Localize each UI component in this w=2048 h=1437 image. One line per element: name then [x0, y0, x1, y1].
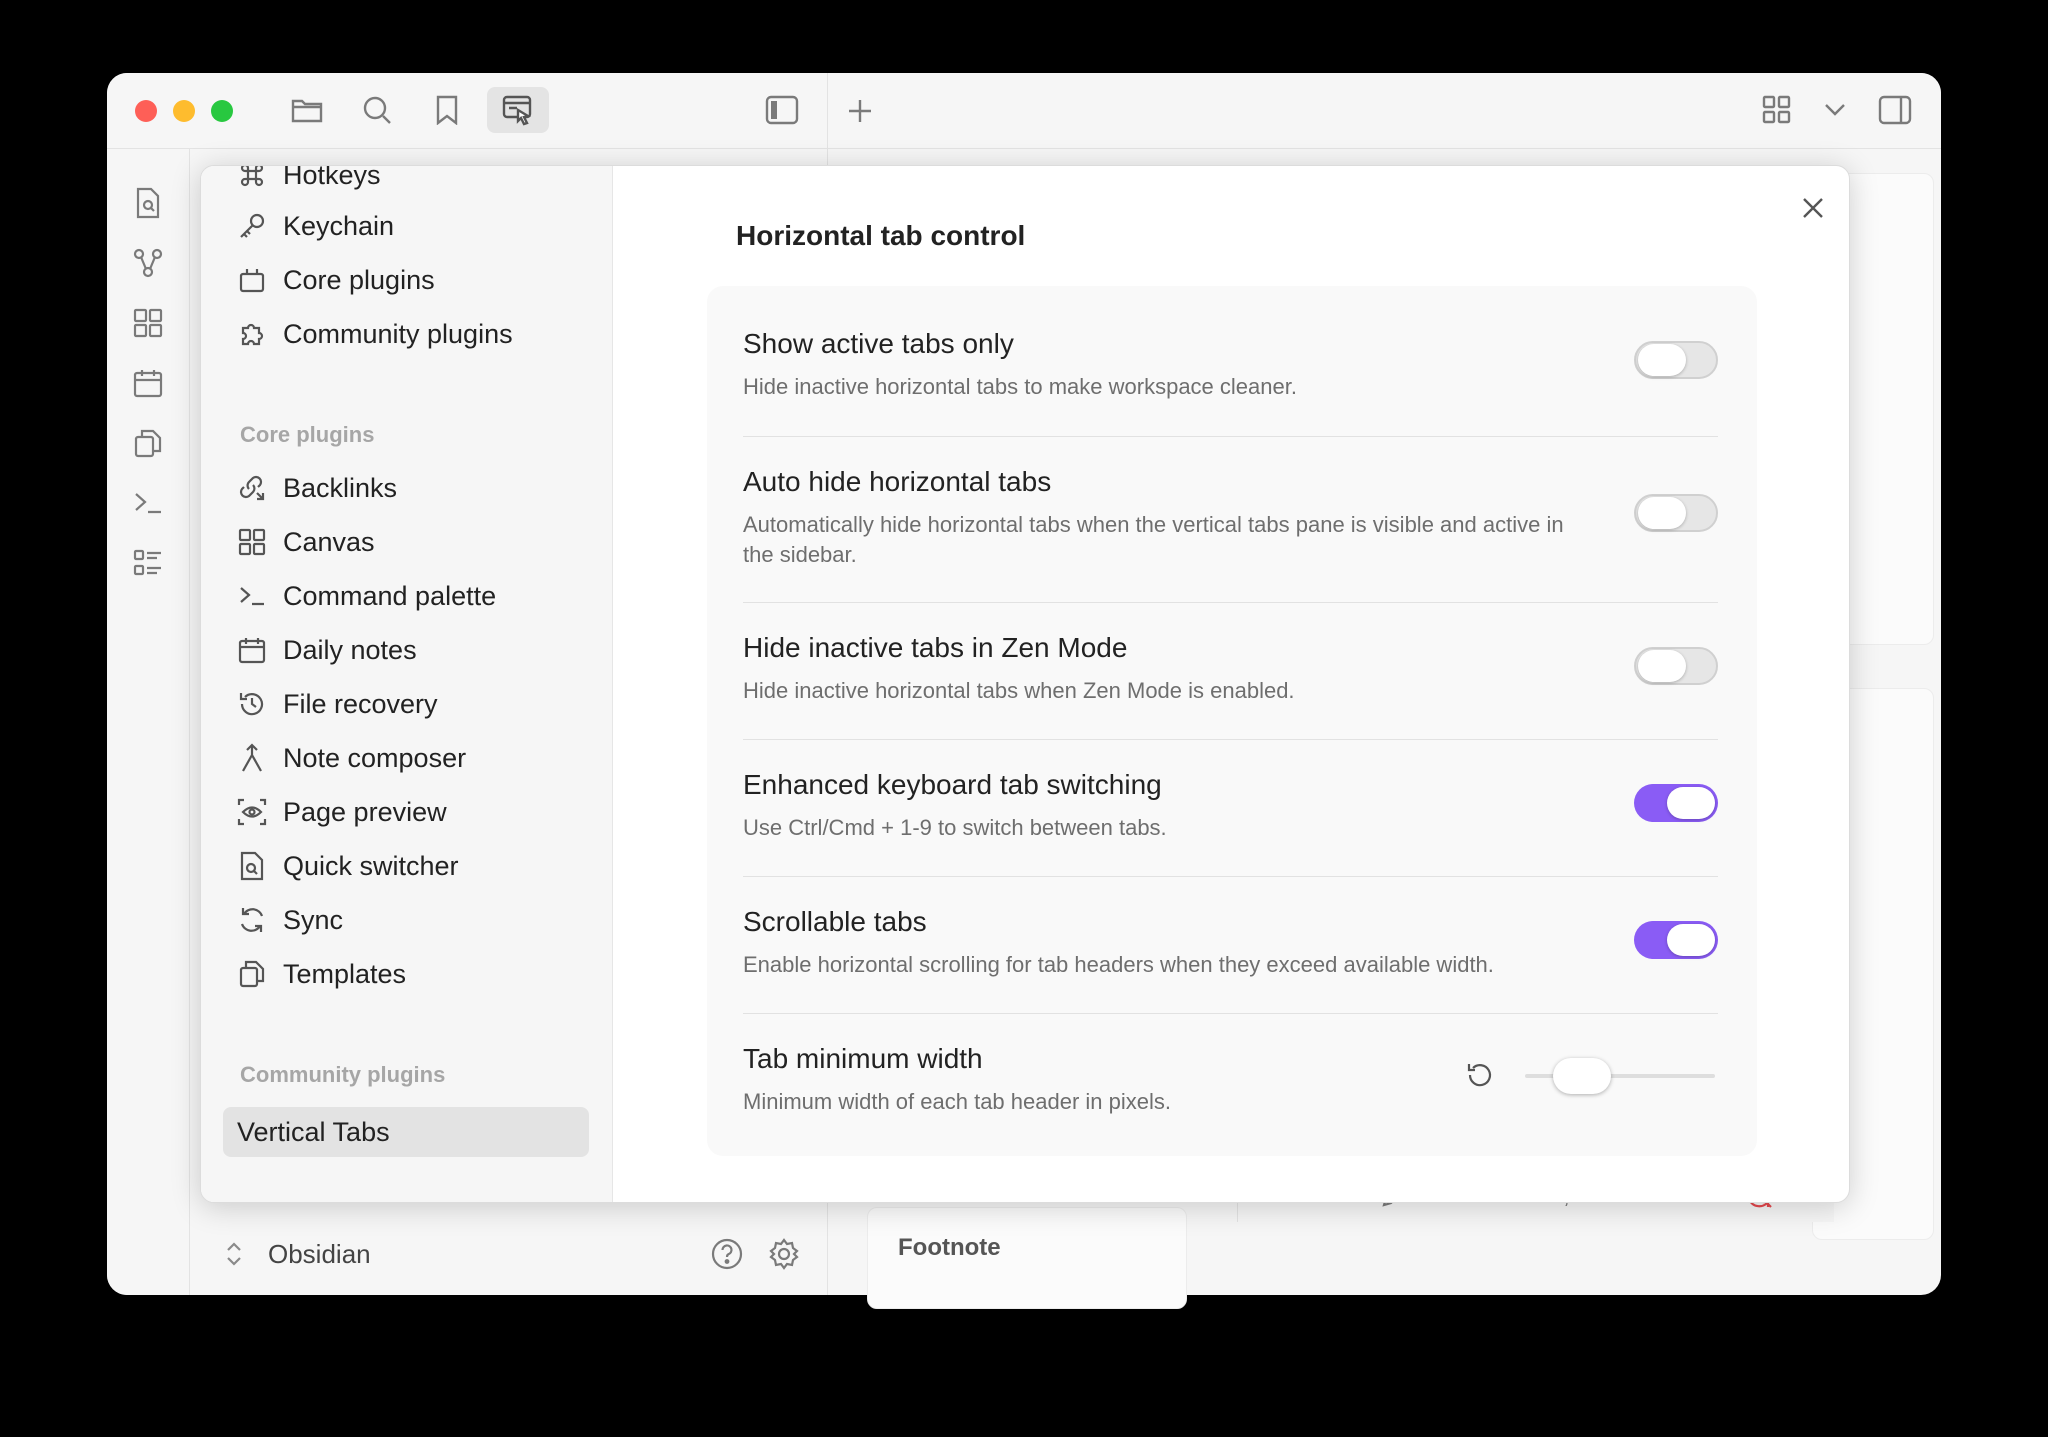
setting-scrollable-tabs: Scrollable tabs Enable horizontal scroll…: [743, 906, 1494, 977]
settings-modal: Hotkeys Keychain Core plugins Community …: [200, 165, 1850, 1203]
calendar-icon[interactable]: [128, 363, 168, 403]
tab-min-width-slider-handle[interactable]: [1553, 1058, 1611, 1094]
new-tab-icon[interactable]: [840, 91, 880, 131]
folder-icon[interactable]: [287, 90, 327, 130]
file-search-icon[interactable]: [128, 183, 168, 223]
toggle-show-active-tabs-only[interactable]: [1634, 341, 1718, 379]
settings-gear-icon[interactable]: [767, 1237, 801, 1271]
list-icon[interactable]: [128, 543, 168, 583]
community-plugins-heading: Community plugins: [240, 1062, 446, 1087]
setting-auto-hide-horizontal-tabs: Auto hide horizontal tabs Automatically …: [743, 466, 1564, 567]
nav-item-sync[interactable]: Sync: [223, 895, 589, 945]
toggle-scrollable-tabs[interactable]: [1634, 921, 1718, 959]
nav-item-core-plugins[interactable]: Core plugins: [223, 255, 589, 305]
setting-enhanced-keyboard-tab-switching: Enhanced keyboard tab switching Use Ctrl…: [743, 769, 1167, 840]
key-icon: [229, 212, 275, 240]
setting-show-active-tabs-only: Show active tabs only Hide inactive hori…: [743, 328, 1297, 399]
nav-item-daily-notes[interactable]: Daily notes: [223, 625, 589, 675]
nav-item-quick-switcher[interactable]: Quick switcher: [223, 841, 589, 891]
maximize-window-button[interactable]: [211, 100, 233, 122]
search-icon[interactable]: [357, 90, 397, 130]
nav-item-keychain[interactable]: Keychain: [223, 201, 589, 251]
settings-group: Show active tabs only Hide inactive hori…: [707, 286, 1757, 1156]
bookmark-icon[interactable]: [427, 90, 467, 130]
close-modal-button[interactable]: [1793, 188, 1833, 228]
graph-icon[interactable]: [128, 243, 168, 283]
nav-item-note-composer[interactable]: Note composer: [223, 733, 589, 783]
nav-item-community-plugins[interactable]: Community plugins: [223, 309, 589, 359]
toggle-auto-hide-horizontal-tabs[interactable]: [1634, 494, 1718, 532]
toggle-enhanced-keyboard-tab-switching[interactable]: [1634, 784, 1718, 822]
vault-switcher-chevron-icon[interactable]: [225, 1240, 243, 1268]
sync-icon: [229, 906, 275, 934]
nav-item-templates[interactable]: Templates: [223, 949, 589, 999]
nav-item-canvas[interactable]: Canvas: [223, 517, 589, 567]
calendar-icon: [229, 636, 275, 664]
sidebar-toggle-icon[interactable]: [762, 90, 802, 130]
vault-name[interactable]: Obsidian: [268, 1239, 371, 1270]
nav-item-vertical-tabs[interactable]: Vertical Tabs: [223, 1107, 589, 1157]
minimize-window-button[interactable]: [173, 100, 195, 122]
command-icon: [229, 166, 275, 189]
backlinks-icon: [229, 473, 275, 503]
history-icon: [229, 690, 275, 718]
help-icon[interactable]: [710, 1237, 744, 1271]
nav-item-file-recovery[interactable]: File recovery: [223, 679, 589, 729]
nav-item-hotkeys[interactable]: Hotkeys: [223, 166, 589, 200]
setting-hide-inactive-tabs-zen-mode: Hide inactive tabs in Zen Mode Hide inac…: [743, 632, 1295, 703]
eye-icon: [229, 798, 275, 826]
section-title: Horizontal tab control: [736, 220, 1026, 251]
settings-sidebar: Hotkeys Keychain Core plugins Community …: [201, 166, 613, 1202]
nav-item-command-palette[interactable]: Command palette: [223, 571, 589, 621]
canvas-icon[interactable]: [128, 303, 168, 343]
title-bar: [107, 73, 1941, 149]
right-sidebar-toggle-icon[interactable]: [1875, 90, 1915, 130]
core-plugins-heading: Core plugins: [240, 422, 375, 447]
canvas-icon: [229, 528, 275, 556]
terminal-icon: [229, 584, 275, 608]
nav-item-backlinks[interactable]: Backlinks: [223, 463, 589, 513]
chevron-down-icon[interactable]: [1815, 90, 1855, 130]
terminal-icon[interactable]: [128, 483, 168, 523]
file-search-icon: [229, 851, 275, 881]
copy-icon[interactable]: [128, 423, 168, 463]
nav-item-page-preview[interactable]: Page preview: [223, 787, 589, 837]
puzzle-icon: [229, 319, 275, 349]
footnote-title: Footnote: [898, 1234, 1001, 1261]
vertical-tabs-icon[interactable]: [487, 87, 549, 133]
plug-icon: [229, 266, 275, 294]
reset-icon[interactable]: [1459, 1054, 1501, 1096]
layout-grid-icon[interactable]: [1757, 90, 1797, 130]
toggle-hide-inactive-tabs-zen-mode[interactable]: [1634, 647, 1718, 685]
ribbon: [107, 149, 190, 1295]
close-window-button[interactable]: [135, 100, 157, 122]
merge-icon: [229, 743, 275, 773]
copy-icon: [229, 960, 275, 988]
